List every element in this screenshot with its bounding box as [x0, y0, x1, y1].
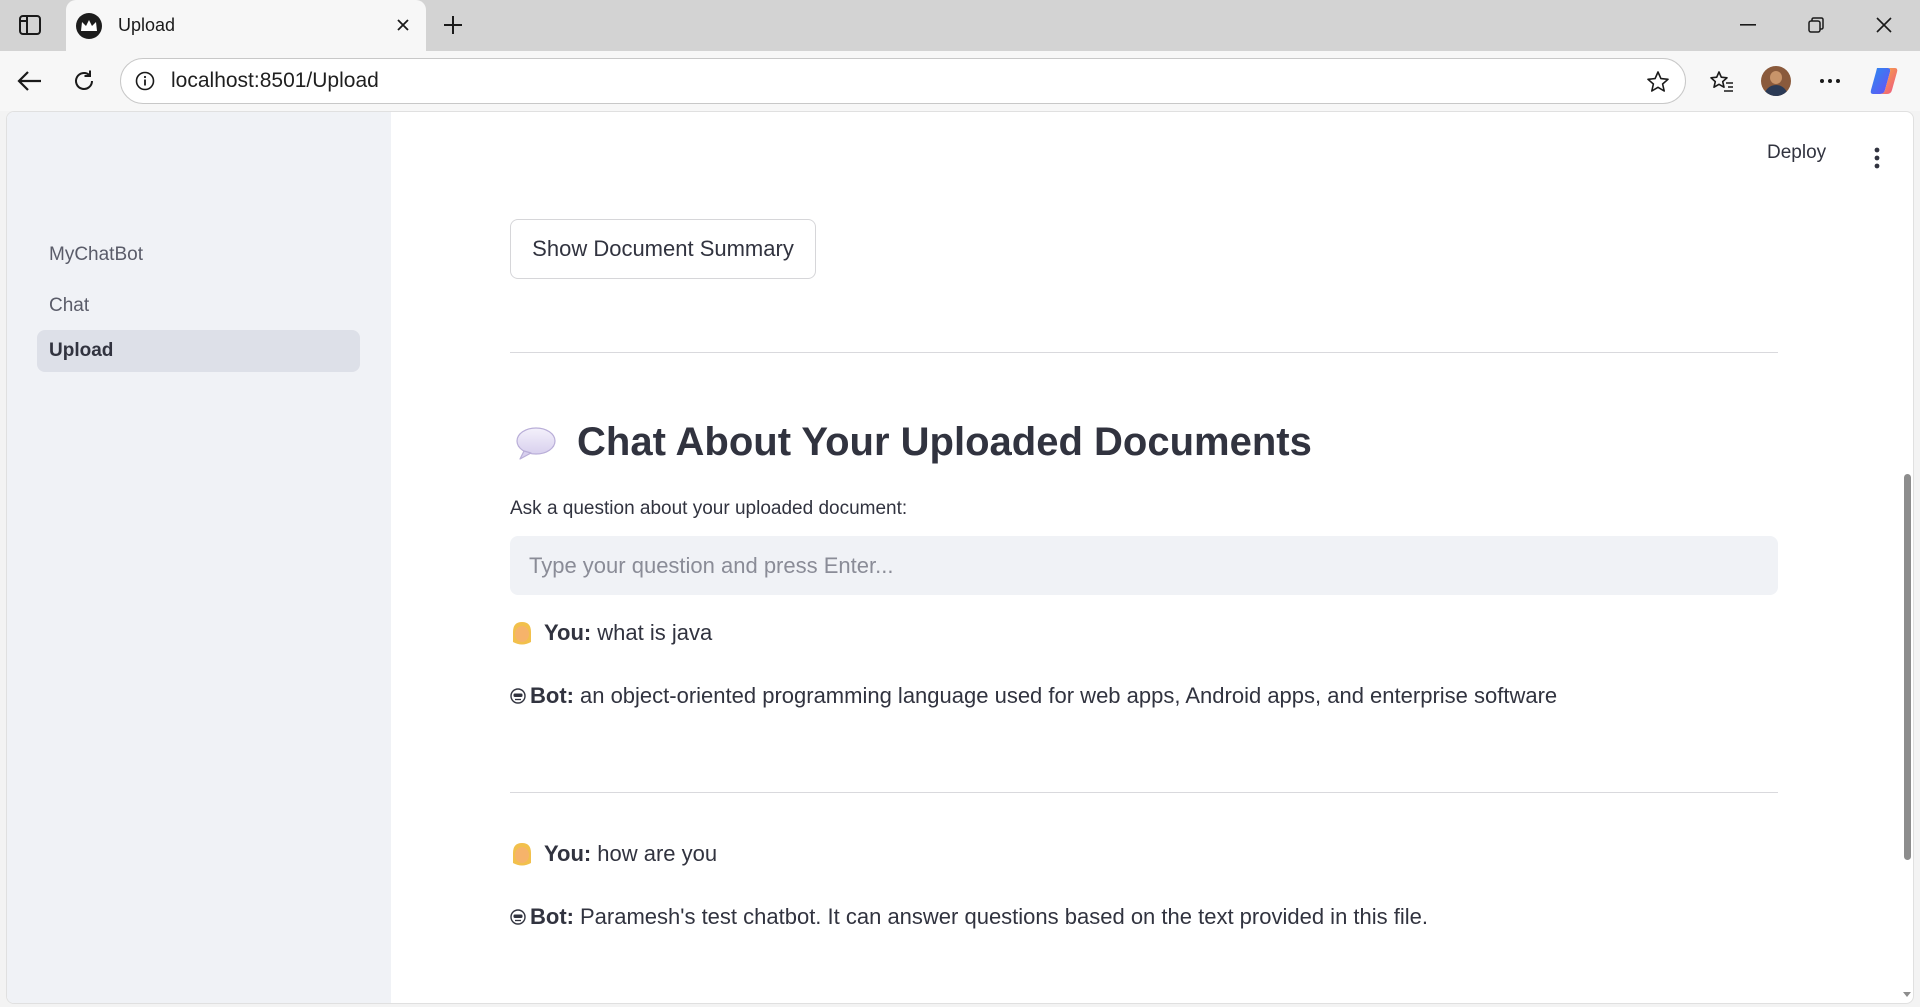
sidebar-item-label: Chat: [49, 295, 90, 316]
copilot-icon[interactable]: [1866, 63, 1902, 99]
star-icon[interactable]: [1645, 69, 1671, 95]
user-emoji-icon: [513, 622, 531, 645]
avatar: [1761, 66, 1791, 96]
sidebar-item-label: Upload: [49, 340, 114, 361]
divider: [510, 792, 1778, 793]
message-text: Paramesh's test chatbot. It can answer q…: [579, 904, 1428, 929]
sidebar-item-mychatbot[interactable]: MyChatBot: [37, 234, 360, 276]
speech-balloon-icon: [516, 426, 556, 460]
message-speaker: Bot:: [530, 683, 574, 708]
message-speaker: Bot:: [530, 904, 574, 929]
window-close-icon[interactable]: [1864, 10, 1904, 40]
page-viewport: MyChatBot Chat Upload Deploy Show Docume…: [6, 111, 1914, 1004]
refresh-icon[interactable]: [66, 63, 102, 99]
sidebar-item-label: MyChatBot: [49, 244, 143, 265]
section-title: Chat About Your Uploaded Documents: [515, 420, 1312, 465]
deploy-button[interactable]: Deploy: [1767, 142, 1826, 164]
message-text: what is java: [597, 620, 713, 645]
user-emoji-icon: [513, 843, 531, 866]
browser-tab[interactable]: Upload: [66, 0, 426, 51]
bot-emoji-icon: [510, 909, 526, 925]
plus-icon[interactable]: [438, 10, 468, 40]
back-arrow-icon[interactable]: [12, 63, 48, 99]
show-document-summary-button[interactable]: Show Document Summary: [510, 219, 816, 279]
message-text: how are you: [597, 841, 718, 866]
address-bar[interactable]: localhost:8501/Upload: [120, 58, 1686, 104]
section-title-text: Chat About Your Uploaded Documents: [577, 420, 1312, 464]
tab-title: Upload: [118, 15, 176, 35]
scrollbar-thumb[interactable]: [1904, 474, 1911, 860]
main-menu-icon[interactable]: [1867, 144, 1887, 172]
sidebar-item-upload[interactable]: Upload: [37, 330, 360, 372]
sidebar: MyChatBot Chat Upload: [7, 112, 391, 1003]
chat-message-bot: Bot: an object-oriented programming lang…: [510, 683, 1557, 709]
chat-message-user: You: what is java: [510, 620, 712, 646]
close-icon[interactable]: [392, 14, 414, 36]
url-text[interactable]: localhost:8501/Upload: [171, 69, 379, 93]
bot-emoji-icon: [510, 688, 526, 704]
browser-toolbar: localhost:8501/Upload: [0, 51, 1920, 111]
info-icon[interactable]: [133, 69, 157, 93]
browser-tab-strip: Upload: [0, 0, 1920, 51]
chat-message-bot: Bot: Paramesh's test chatbot. It can ans…: [510, 904, 1428, 930]
scroll-down-arrow-icon[interactable]: [1902, 991, 1912, 999]
favorites-icon[interactable]: [1704, 63, 1740, 99]
message-speaker: You:: [544, 620, 592, 645]
chat-message-user: You: how are you: [510, 841, 717, 867]
restore-icon[interactable]: [1796, 10, 1836, 40]
divider: [510, 352, 1778, 353]
profile-icon[interactable]: [1758, 63, 1794, 99]
question-input[interactable]: [510, 536, 1778, 595]
streamlit-crown-icon: [76, 12, 102, 39]
more-icon[interactable]: [1812, 63, 1848, 99]
question-input-label: Ask a question about your uploaded docum…: [510, 498, 908, 519]
message-text: an object-oriented programming language …: [579, 683, 1558, 708]
minimize-icon[interactable]: [1728, 10, 1768, 40]
main-content: Deploy Show Document Summary Chat About …: [391, 112, 1913, 1003]
message-speaker: You:: [544, 841, 592, 866]
tab-actions-icon[interactable]: [16, 12, 44, 38]
sidebar-item-chat[interactable]: Chat: [37, 285, 360, 327]
scrollbar[interactable]: [1899, 112, 1913, 1003]
